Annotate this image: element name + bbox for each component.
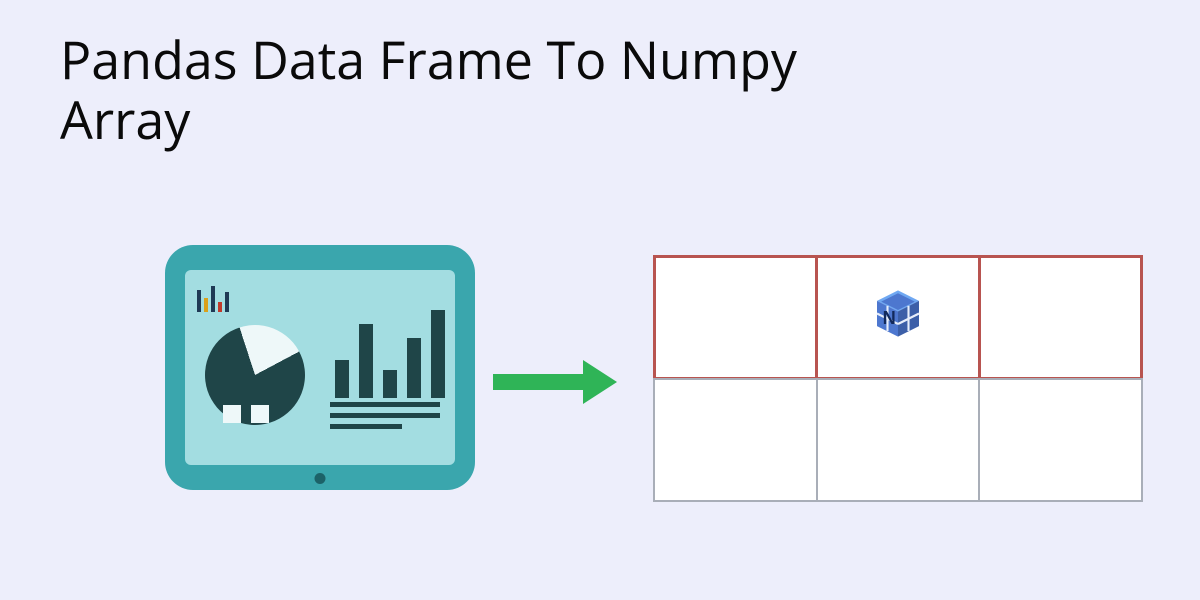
grid-cell-numpy: N	[816, 255, 980, 380]
page-title: Pandas Data Frame To Numpy Array	[60, 30, 880, 150]
mini-bar-icon	[197, 280, 229, 312]
tablet-home-button-icon	[315, 473, 326, 484]
grid-cell	[979, 255, 1143, 380]
tablet-screen	[185, 270, 455, 465]
numpy-logo-icon: N	[863, 282, 933, 352]
grid-row	[654, 379, 1142, 502]
grid-row-highlighted: N	[654, 256, 1142, 379]
grid-cell	[653, 255, 818, 380]
menu-lines-icon	[330, 402, 440, 435]
grid-cell	[653, 378, 818, 503]
numpy-array-grid: N	[654, 256, 1142, 501]
dashboard-tablet-illustration	[165, 245, 475, 490]
svg-text:N: N	[883, 308, 896, 328]
grid-cell	[978, 378, 1143, 503]
bar-chart-icon	[335, 308, 445, 398]
grid-cell	[816, 378, 981, 503]
arrow-right-icon	[493, 360, 617, 404]
square-dots-icon	[223, 405, 269, 423]
